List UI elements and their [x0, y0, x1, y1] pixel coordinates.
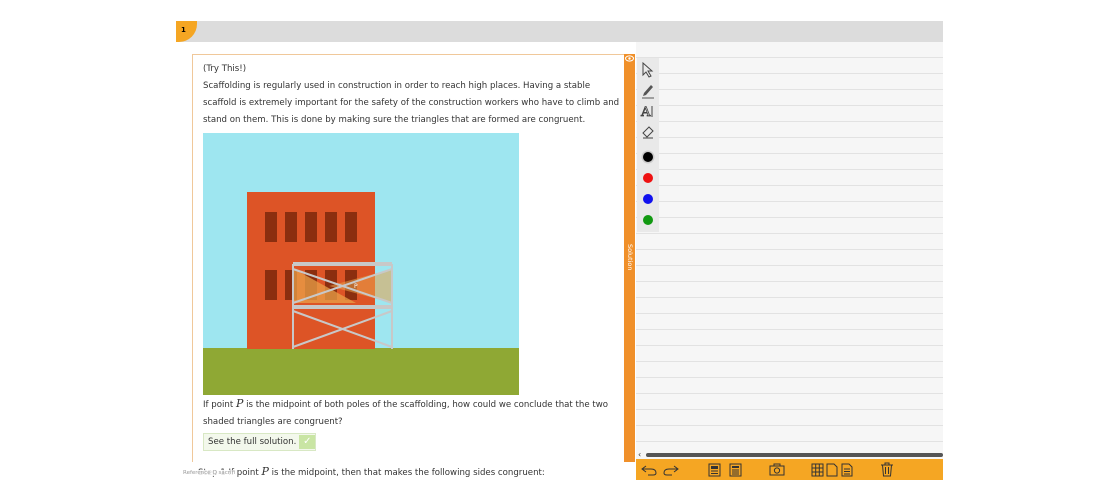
step-var: P: [261, 465, 269, 478]
check-icon: ✓: [299, 435, 316, 449]
drawing-toolbar: A: [637, 58, 659, 232]
question-pre: If point: [203, 400, 236, 410]
step-1-text: Step 1 If point P is the midpoint, then …: [198, 465, 545, 478]
point-p-label: P: [354, 283, 358, 290]
eye-icon[interactable]: [625, 54, 634, 63]
solution-button-label: See the full solution.: [208, 436, 297, 447]
eraser-icon[interactable]: [637, 122, 659, 142]
calculator-icon[interactable]: [706, 461, 722, 478]
pen-color-green[interactable]: [637, 210, 659, 230]
grid-icon[interactable]: [810, 461, 824, 478]
trash-icon[interactable]: [879, 461, 895, 478]
horizontal-scrollbar[interactable]: [646, 453, 943, 457]
try-this-heading: (Try This!): [203, 64, 247, 74]
see-full-solution-button[interactable]: See the full solution. ✓: [203, 433, 317, 451]
text-icon[interactable]: A: [637, 101, 659, 121]
question-content-panel: (Try This!) Scaffolding is regularly use…: [192, 54, 624, 462]
calculator-alt-icon[interactable]: [727, 461, 743, 478]
problem-paragraph: Scaffolding is regularly used in constru…: [203, 81, 620, 125]
blank-page-icon[interactable]: [825, 461, 839, 478]
scaffold-illustration: P: [203, 133, 519, 395]
undo-icon[interactable]: [640, 461, 658, 478]
solution-step-1: Step 1 If point P is the midpoint, then …: [192, 462, 632, 480]
solution-tab-label: Solution: [626, 244, 634, 271]
scroll-left-icon[interactable]: ‹: [638, 450, 646, 459]
question-text: If point P is the midpoint of both poles…: [203, 395, 623, 431]
app-root: 1 (Try This!) Scaffolding is regularly u…: [0, 0, 1120, 503]
pen-color-blue[interactable]: [637, 189, 659, 209]
pointer-icon[interactable]: [637, 60, 659, 80]
question-header-bar: [176, 21, 943, 42]
notebook-bottom-toolbar: [636, 459, 943, 480]
pen-icon[interactable]: [637, 81, 659, 101]
reference-label: Reference Q sacrifi: [183, 470, 236, 476]
solution-divider-tab[interactable]: Solution: [624, 54, 635, 462]
pen-color-red[interactable]: [637, 168, 659, 188]
pen-color-black[interactable]: [637, 147, 659, 167]
grass-ground: [203, 348, 519, 395]
svg-text:A: A: [640, 105, 651, 119]
redo-icon[interactable]: [662, 461, 680, 478]
lined-page-icon[interactable]: [840, 461, 854, 478]
notebook-canvas[interactable]: [636, 42, 943, 459]
question-post: is the midpoint of both poles of the sca…: [203, 400, 609, 427]
camera-icon[interactable]: [768, 461, 786, 478]
step-text-post: is the midpoint, then that makes the fol…: [268, 468, 545, 478]
